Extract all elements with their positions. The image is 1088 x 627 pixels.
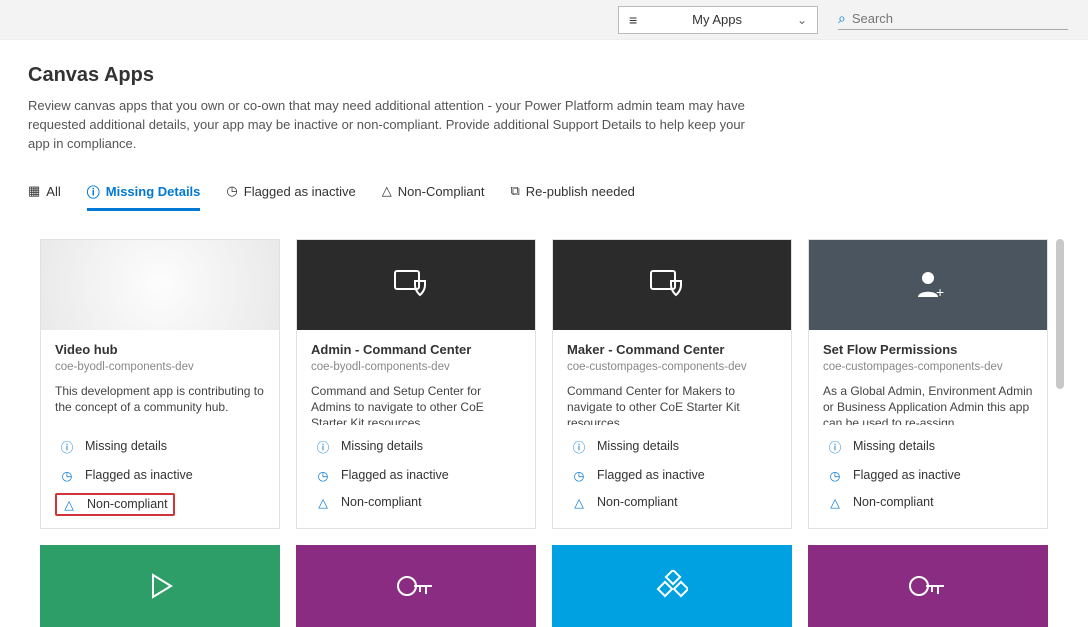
card-title: Set Flow Permissions	[823, 342, 1033, 357]
play-icon	[141, 567, 179, 605]
card-description: Command and Setup Center for Admins to n…	[311, 383, 521, 425]
status-inactive: ◷Flagged as inactive	[823, 466, 1037, 485]
search-box[interactable]: ⌕	[838, 10, 1068, 30]
page-description: Review canvas apps that you own or co-ow…	[28, 97, 758, 154]
tab-label: All	[46, 184, 60, 199]
warn-icon: △	[61, 497, 77, 512]
card-hero	[41, 240, 279, 330]
card-hero	[553, 240, 791, 330]
warn-icon: △	[571, 495, 587, 510]
card-description: Command Center for Makers to navigate to…	[567, 383, 777, 425]
chevron-down-icon: ⌄	[797, 13, 807, 27]
tab-non-compliant[interactable]: △ Non-Compliant	[382, 176, 485, 211]
card-title: Video hub	[55, 342, 265, 357]
info-icon: ⓘ	[827, 437, 843, 456]
app-card[interactable]	[552, 545, 792, 627]
svg-text:+: +	[936, 284, 944, 300]
card-environment: coe-byodl-components-dev	[55, 361, 265, 373]
dropdown-label: My Apps	[637, 12, 797, 27]
search-input[interactable]	[852, 11, 1068, 26]
info-icon: ⓘ	[571, 437, 587, 456]
tab-all[interactable]: ▦ All	[28, 176, 61, 211]
card-hero	[297, 240, 535, 330]
app-card[interactable]	[296, 545, 536, 627]
clock-icon: ◷	[827, 468, 843, 483]
status-missing: ⓘMissing details	[311, 435, 525, 458]
status-missing: ⓘMissing details	[55, 435, 269, 458]
card-environment: coe-custompages-components-dev	[823, 361, 1033, 373]
card-title: Admin - Command Center	[311, 342, 521, 357]
tab-flagged-inactive[interactable]: ◷ Flagged as inactive	[226, 176, 355, 211]
tab-missing-details[interactable]: ⓘ Missing Details	[87, 176, 201, 211]
status-inactive: ◷Flagged as inactive	[55, 466, 269, 485]
tabs: ▦ All ⓘ Missing Details ◷ Flagged as ina…	[28, 176, 1060, 211]
app-card[interactable]	[808, 545, 1048, 627]
scrollbar[interactable]	[1056, 239, 1064, 389]
tab-republish-needed[interactable]: ⧉ Re-publish needed	[510, 176, 634, 211]
republish-icon: ⧉	[510, 183, 519, 199]
warn-icon: △	[315, 495, 331, 510]
status-noncompliant: △Non-compliant	[567, 493, 781, 512]
app-card[interactable]: Admin - Command Center coe-byodl-compone…	[296, 239, 536, 529]
card-environment: coe-byodl-components-dev	[311, 361, 521, 373]
card-description: This development app is contributing to …	[55, 383, 265, 425]
grid-icon: ▦	[28, 183, 40, 199]
search-icon: ⌕	[838, 10, 846, 27]
user-add-icon: +	[910, 267, 946, 303]
top-bar: ≡ My Apps ⌄ ⌕	[0, 0, 1088, 40]
app-card[interactable]: + Set Flow Permissions coe-custompages-c…	[808, 239, 1048, 529]
warn-icon: △	[382, 183, 392, 199]
diamond-icon	[656, 570, 688, 602]
tab-label: Re-publish needed	[526, 184, 635, 199]
info-icon: ⓘ	[315, 437, 331, 456]
card-description: As a Global Admin, Environment Admin or …	[823, 383, 1033, 425]
card-title: Maker - Command Center	[567, 342, 777, 357]
info-icon: ⓘ	[87, 182, 100, 201]
status-noncompliant: △Non-compliant	[55, 493, 175, 516]
warn-icon: △	[827, 495, 843, 510]
app-card[interactable]: Maker - Command Center coe-custompages-c…	[552, 239, 792, 529]
tab-label: Non-Compliant	[398, 184, 485, 199]
status-noncompliant: △Non-compliant	[823, 493, 1037, 512]
status-missing: ⓘMissing details	[567, 435, 781, 458]
status-inactive: ◷Flagged as inactive	[311, 466, 525, 485]
hamburger-icon: ≡	[629, 12, 637, 28]
info-icon: ⓘ	[59, 437, 75, 456]
clock-icon: ◷	[571, 468, 587, 483]
card-grid-wrap: Video hub coe-byodl-components-dev This …	[28, 239, 1060, 627]
status-missing: ⓘMissing details	[823, 435, 1037, 458]
app-card[interactable]: Video hub coe-byodl-components-dev This …	[40, 239, 280, 529]
shield-icon	[393, 267, 439, 303]
shield-icon	[649, 267, 695, 303]
card-grid: Video hub coe-byodl-components-dev This …	[40, 239, 1048, 529]
clock-icon: ◷	[315, 468, 331, 483]
card-hero: +	[809, 240, 1047, 330]
app-card[interactable]	[40, 545, 280, 627]
card-environment: coe-custompages-components-dev	[567, 361, 777, 373]
page-title: Canvas Apps	[28, 64, 1060, 87]
clock-icon: ◷	[59, 468, 75, 483]
status-noncompliant: △Non-compliant	[311, 493, 525, 512]
clock-icon: ◷	[226, 183, 237, 199]
tab-label: Flagged as inactive	[244, 184, 356, 199]
tab-label: Missing Details	[106, 184, 201, 199]
view-dropdown[interactable]: ≡ My Apps ⌄	[618, 6, 818, 34]
key-icon	[393, 566, 439, 606]
status-inactive: ◷Flagged as inactive	[567, 466, 781, 485]
card-grid-row2	[40, 545, 1048, 627]
key-icon	[905, 566, 951, 606]
